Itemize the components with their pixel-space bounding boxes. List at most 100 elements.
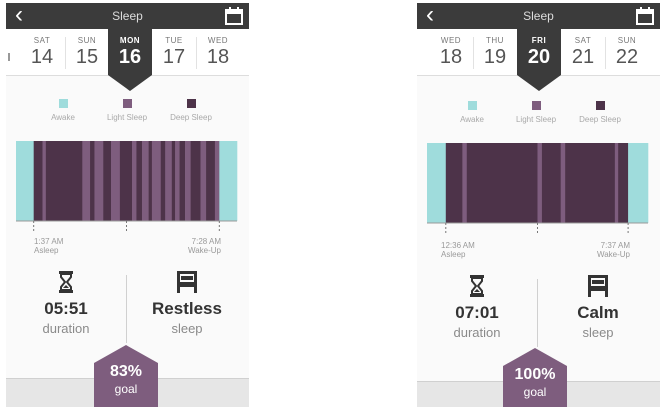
asleep-caption: Asleep	[34, 246, 59, 255]
duration-value: 07:01	[455, 303, 499, 322]
legend-swatch	[531, 101, 541, 110]
legend-label: Deep Sleep	[170, 113, 212, 122]
sleep-segment-light	[560, 143, 566, 223]
legend-swatch	[122, 99, 132, 108]
date-item[interactable]: SUN 15	[65, 29, 109, 75]
sleep-legend: Awake Light Sleep Deep Sleep	[417, 101, 660, 131]
date-item[interactable]: WED 18	[429, 29, 473, 75]
legend-item-deep-sleep: Deep Sleep	[565, 101, 635, 124]
goal-caption: goal	[114, 382, 138, 396]
duration-caption: duration	[42, 321, 90, 336]
bed-icon	[177, 271, 197, 293]
hourglass-icon	[59, 271, 73, 293]
hourglass-icon	[470, 275, 484, 297]
legend-swatch	[595, 101, 605, 110]
legend-label: Deep Sleep	[579, 115, 621, 124]
sleep-screen-left: ‹ Sleep SAT 14 SUN 15 MON 16 TUE 17 WED …	[6, 3, 249, 407]
sleep-segment-deep	[103, 141, 112, 221]
sleep-segment-light	[185, 141, 191, 221]
goal-value: 100%	[514, 366, 556, 383]
date-strip: WED 18 THU 19 FRI 20 SAT 21 SUN 22	[417, 29, 660, 91]
sleep-segment-deep	[565, 143, 616, 223]
sleep-segment-deep	[206, 141, 216, 221]
sleep-segment-deep	[160, 141, 166, 221]
sleep-segment-deep	[541, 143, 561, 223]
date-weekday: SAT	[574, 36, 592, 45]
wake-time-label: 7:37 AM Wake-Up	[597, 241, 630, 259]
date-item-selected[interactable]: MON 16	[108, 29, 152, 91]
date-item[interactable]: SAT 14	[20, 29, 64, 75]
sleep-segment-light	[132, 141, 137, 221]
date-weekday: THU	[486, 36, 504, 45]
date-item[interactable]: THU 19	[473, 29, 517, 75]
date-weekday: FRI	[531, 36, 547, 45]
sleep-segment-deep	[190, 141, 201, 221]
goal-caption: goal	[523, 385, 547, 399]
sleep-segment-light	[111, 141, 121, 221]
goal-badge[interactable]: 100% goal	[503, 348, 567, 407]
sleep-quality-caption: sleep	[171, 321, 203, 336]
wake-time: 7:28 AM	[191, 237, 221, 246]
calendar-icon[interactable]	[224, 6, 244, 26]
date-weekday: TUE	[165, 36, 183, 45]
sleep-segment-deep	[148, 141, 153, 221]
calendar-icon[interactable]	[635, 6, 655, 26]
goal-badge[interactable]: 83% goal	[94, 345, 158, 407]
bed-icon	[588, 275, 608, 297]
sleep-segment-deep	[171, 141, 176, 221]
sleep-chart-svg	[16, 141, 238, 231]
legend-label: Awake	[460, 115, 484, 124]
sleep-chart-svg	[427, 143, 649, 233]
sleep-segment-awake	[16, 141, 34, 221]
date-item-selected[interactable]: FRI 20	[517, 29, 561, 91]
sleep-segment-deep	[618, 143, 629, 223]
date-weekday: SUN	[77, 36, 97, 45]
date-item[interactable]: WED 18	[196, 29, 240, 75]
sleep-segment-light	[537, 143, 543, 223]
legend-item-light-sleep: Light Sleep	[92, 99, 162, 122]
legend-label: Light Sleep	[515, 115, 557, 124]
date-item[interactable]: SUN 22	[605, 29, 649, 75]
sleep-quality-value: Restless	[152, 299, 222, 318]
sleep-segment-light	[82, 141, 91, 221]
date-number: 21	[571, 46, 595, 68]
sleep-segment-awake	[427, 143, 447, 223]
sleep-legend: Awake Light Sleep Deep Sleep	[6, 99, 249, 129]
date-weekday: WED	[440, 36, 462, 45]
date-number: 15	[75, 46, 99, 68]
sleep-screen-right: ‹ Sleep WED 18 THU 19 FRI 20 SAT 21 SUN	[417, 3, 660, 407]
sleep-segment-light	[614, 143, 619, 223]
legend-item-awake: Awake	[28, 99, 98, 122]
date-weekday: SAT	[33, 36, 51, 45]
duration-caption: duration	[453, 325, 501, 340]
sleep-segment-deep	[45, 141, 83, 221]
date-strip: SAT 14 SUN 15 MON 16 TUE 17 WED 18	[6, 29, 249, 91]
legend-item-light-sleep: Light Sleep	[501, 101, 571, 124]
date-number: 20	[527, 46, 551, 68]
sleep-segment-light	[462, 143, 468, 223]
page-title: Sleep	[523, 9, 554, 23]
legend-label: Awake	[51, 113, 75, 122]
legend-swatch	[467, 101, 477, 110]
goal-value: 83%	[109, 363, 143, 380]
wake-time-label: 7:28 AM Wake-Up	[188, 237, 221, 255]
duration-value: 05:51	[44, 299, 88, 318]
sleep-segment-deep	[119, 141, 133, 221]
date-item[interactable]: TUE 17	[152, 29, 196, 75]
date-weekday: SUN	[617, 36, 637, 45]
date-strip-edge	[8, 53, 10, 61]
sleep-segment-light	[165, 141, 173, 221]
page-title: Sleep	[112, 9, 143, 23]
sleep-segment-light	[214, 141, 220, 221]
sleep-segment-light	[200, 141, 207, 221]
legend-item-deep-sleep: Deep Sleep	[156, 99, 226, 122]
sleep-chart: 1:37 AM Asleep 7:28 AM Wake-Up	[6, 133, 249, 255]
sleep-segment-light	[151, 141, 162, 221]
date-item[interactable]: SAT 21	[561, 29, 605, 75]
sleep-segment-awake	[628, 143, 649, 223]
app-header: ‹ Sleep	[6, 3, 249, 29]
sleep-segment-deep	[33, 141, 43, 221]
date-weekday: MON	[119, 36, 141, 45]
sleep-segment-light	[94, 141, 104, 221]
sleep-segment-deep	[136, 141, 143, 221]
